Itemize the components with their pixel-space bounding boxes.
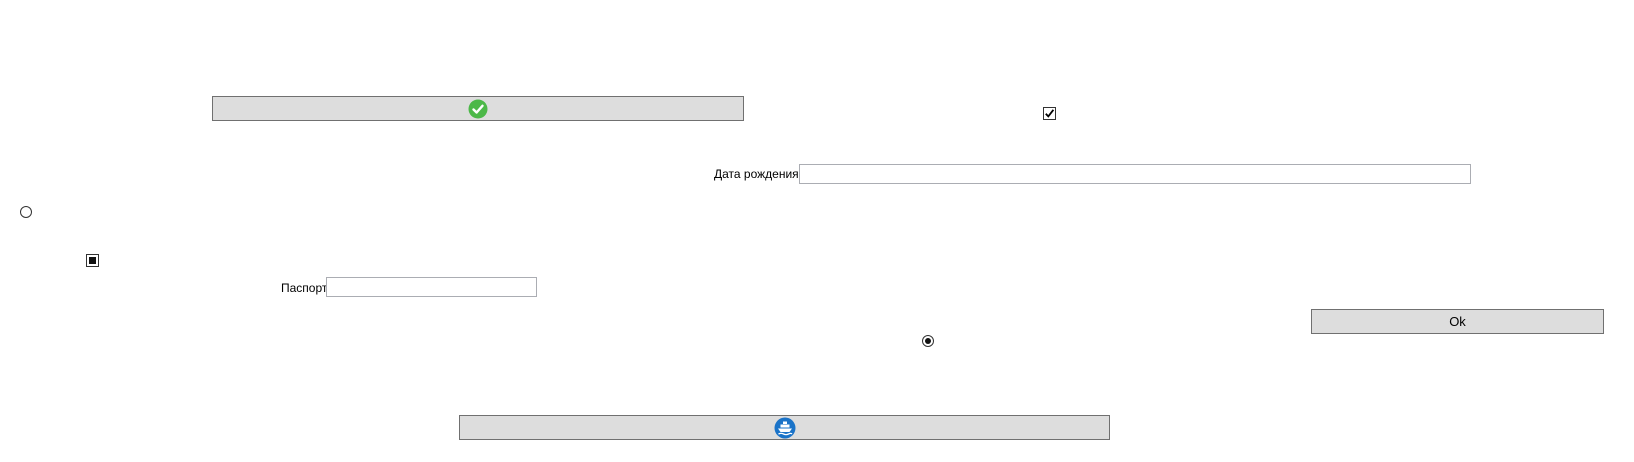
ship-icon bbox=[774, 417, 796, 439]
unselected-radio[interactable] bbox=[20, 206, 32, 218]
green-checkmark-icon bbox=[468, 99, 488, 119]
birth-date-label: Дата рождения bbox=[714, 167, 799, 181]
checkmark-icon bbox=[1045, 109, 1055, 118]
ship-button[interactable] bbox=[459, 415, 1110, 440]
ok-button[interactable]: Ok bbox=[1311, 309, 1604, 334]
indeterminate-checkbox[interactable] bbox=[86, 254, 99, 267]
checked-checkbox[interactable] bbox=[1043, 107, 1056, 120]
radio-dot bbox=[925, 338, 931, 344]
indeterminate-mark bbox=[89, 257, 96, 264]
passport-label: Паспорт bbox=[281, 281, 328, 295]
selected-radio[interactable] bbox=[922, 335, 934, 347]
confirm-button[interactable] bbox=[212, 96, 744, 121]
birth-date-field[interactable] bbox=[799, 164, 1471, 184]
ok-button-label: Ok bbox=[1449, 314, 1466, 329]
passport-field[interactable] bbox=[326, 277, 537, 297]
